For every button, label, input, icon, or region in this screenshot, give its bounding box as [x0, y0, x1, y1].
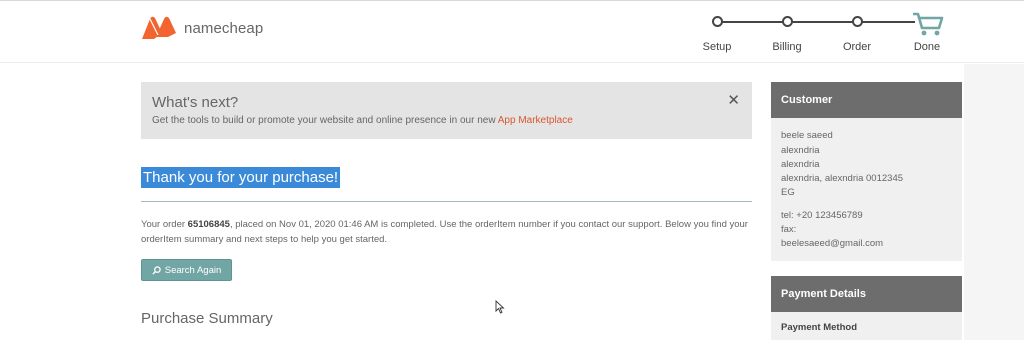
whats-next-description: Get the tools to build or promote your w…: [152, 115, 498, 126]
logo-text: namecheap: [184, 19, 264, 37]
whats-next-banner: What's next? Get the tools to build or p…: [141, 82, 752, 139]
step-setup-dot: [712, 16, 723, 27]
customer-panel-header: Customer: [771, 82, 962, 118]
divider: [141, 201, 752, 202]
step-order-dot: [852, 16, 863, 27]
customer-country: EG: [781, 187, 795, 198]
payment-method-label: Payment Method: [781, 322, 858, 333]
step-setup-label: Setup: [702, 41, 732, 53]
customer-city-line: alexndria, alexndria 0012345: [781, 173, 904, 184]
close-icon[interactable]: ✕: [727, 91, 740, 109]
order-number: 65106845: [187, 219, 230, 230]
namecheap-logo-icon: [142, 16, 176, 39]
search-again-label: Search Again: [164, 264, 222, 276]
mouse-cursor-icon: [495, 300, 505, 314]
step-done-label: Done: [913, 41, 941, 53]
customer-name: beele saeed: [781, 130, 833, 141]
step-connector: [857, 21, 915, 23]
customer-email: beelesaeed@gmail.com: [781, 238, 884, 249]
logo[interactable]: namecheap: [140, 14, 263, 42]
step-connector: [787, 21, 857, 23]
purchase-summary-heading: Purchase Summary: [141, 310, 273, 327]
customer-address-line: alexndria: [781, 145, 820, 156]
payment-panel-header: Payment Details: [771, 276, 962, 312]
app-marketplace-link[interactable]: App Marketplace: [498, 115, 573, 126]
right-gutter: [964, 64, 1024, 340]
order-prefix: Your order: [141, 219, 188, 230]
step-billing-dot: [782, 16, 793, 27]
customer-fax: fax:: [781, 224, 797, 235]
payment-panel: Payment Method: [771, 312, 962, 340]
order-suffix: , placed on Nov 01, 2020 01:46 AM is com…: [141, 219, 748, 245]
customer-phone: tel: +20 123456789: [781, 210, 863, 221]
cart-icon: [913, 12, 944, 36]
whats-next-title: What's next?: [152, 94, 239, 111]
customer-panel: beele saeed alexndria alexndria alexndri…: [771, 118, 962, 261]
order-confirmation-text: Your order 65106845, placed on Nov 01, 2…: [141, 217, 753, 247]
step-connector: [717, 21, 787, 23]
checkout-steps: Setup Billing Order Done: [690, 9, 960, 59]
customer-address-line: alexndria: [781, 159, 820, 170]
search-again-button[interactable]: Search Again: [141, 259, 232, 281]
search-icon: [152, 265, 161, 275]
header: namecheap Setup Billing Order Done: [0, 1, 1024, 63]
whats-next-text: Get the tools to build or promote your w…: [152, 115, 573, 126]
thank-you-heading: Thank you for your purchase!: [141, 167, 341, 188]
step-billing-label: Billing: [772, 41, 802, 53]
step-order-label: Order: [842, 41, 872, 53]
